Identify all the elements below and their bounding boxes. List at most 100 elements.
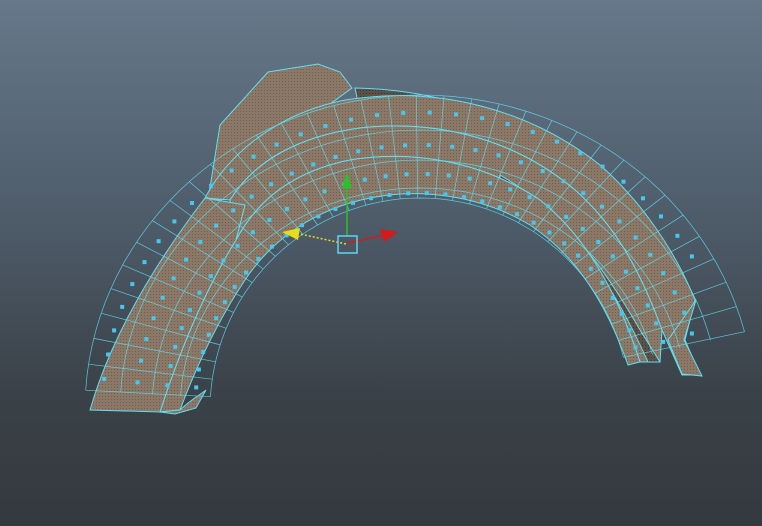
vertex-marker [515,212,520,217]
manipulator-center-handle[interactable] [337,235,358,254]
vertex-marker [518,160,523,165]
vertex-marker [151,316,156,321]
vertex-marker [323,124,328,128]
vertex-marker [627,328,632,333]
vertex-marker [462,195,466,200]
vertex-marker [403,143,407,148]
vertex-marker [505,122,510,127]
vertex-marker [106,352,111,357]
vertex-marker [578,151,583,156]
vertex-marker [284,207,289,211]
vertex-marker [168,364,173,368]
viewport-canvas[interactable] [0,0,762,526]
vertex-marker [197,290,202,295]
vertex-marker [120,304,125,309]
vertex-marker [214,316,219,321]
vertex-marker [635,286,640,291]
vertex-marker [633,345,638,350]
vertex-marker [198,240,203,244]
vertex-marker [689,254,694,259]
vertex-marker [546,204,551,209]
vertex-marker [311,162,316,167]
vertex-marker [135,380,140,385]
vertex-marker [269,182,274,187]
vertex-marker [675,233,680,238]
vertex-marker [221,258,226,263]
vertex-marker [406,191,411,196]
vertex-marker [454,112,458,117]
vertex-marker [289,171,294,176]
vertex-marker [427,110,432,115]
vertex-marker [530,129,535,134]
vertex-marker [654,321,659,326]
vertex-marker [235,243,240,248]
vertex-marker [648,252,653,257]
vertex-marker [473,148,478,153]
vertex-marker [139,358,143,363]
vertex-marker [351,200,355,205]
vertex-marker [160,295,165,300]
vertex-marker [480,199,485,204]
vertex-marker [375,113,379,118]
vertex-marker [682,310,687,315]
vertex-marker [349,117,353,122]
vertex-marker [387,193,392,197]
vertex-marker [596,240,601,244]
vertex-marker [547,230,552,235]
vertex-marker [201,350,206,354]
vertex-marker [209,183,214,188]
vertex-marker [244,270,248,275]
vertex-marker [588,266,593,271]
vertex-marker [426,143,431,148]
vertex-marker [256,257,261,261]
vertex-marker [333,206,338,211]
vertex-marker [190,201,194,205]
vertex-marker [362,177,367,182]
vertex-marker [171,276,176,281]
vertex-marker [298,132,303,137]
vertex-marker [610,254,615,259]
vertex-marker [540,169,545,173]
vertex-marker [610,296,615,300]
vertex-marker [251,154,256,159]
vertex-marker [173,344,178,349]
arch-mesh[interactable] [85,63,745,415]
vertex-marker [250,230,255,235]
vertex-marker [267,218,272,222]
vertex-marker [661,271,666,276]
vertex-marker [508,187,513,192]
vertex-marker [222,300,227,305]
viewport-3d[interactable] [0,0,762,526]
vertex-marker [480,116,485,121]
vertex-marker [333,155,338,159]
vertex-marker [383,174,388,179]
vertex-marker [206,332,211,337]
vertex-marker [527,195,532,200]
vertex-marker [561,179,566,184]
vertex-marker [621,179,626,184]
vertex-marker [531,220,536,225]
vertex-marker [102,377,107,381]
vertex-marker [617,219,622,224]
vertex-marker [424,191,429,196]
vertex-marker [564,214,569,219]
vertex-marker [401,110,406,115]
vertex-marker [555,139,559,144]
vertex-marker [580,226,585,231]
vertex-marker [379,145,384,150]
vertex-marker [232,284,237,289]
x-axis-arrow-icon[interactable] [380,229,398,242]
vertex-marker [488,181,493,186]
vertex-marker [689,331,694,336]
vertex-marker [231,208,236,213]
vertex-marker [249,194,254,199]
vertex-marker [130,282,135,287]
vertex-marker [661,339,666,344]
vertex-marker [208,274,213,279]
vertex-marker [172,219,177,224]
vertex-marker [450,144,455,149]
vertex-marker [112,328,117,333]
vertex-marker [369,196,374,201]
vertex-marker [581,191,586,196]
vertex-marker [496,153,501,158]
